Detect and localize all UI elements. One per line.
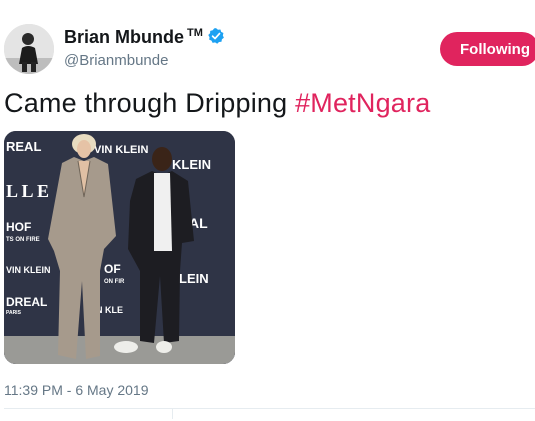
backdrop-text: LEIN	[179, 271, 209, 286]
tweet-media-photo[interactable]: REAL VIN KLEIN KLEIN L L E HOF TS ON FIR…	[4, 131, 235, 364]
tweet-text: Came through Dripping #MetNgara	[4, 88, 430, 119]
backdrop-text: L L E	[6, 181, 49, 201]
backdrop-text: N KLE	[96, 305, 123, 315]
backdrop-text: REAL	[6, 139, 41, 154]
divider-tick	[172, 409, 173, 419]
avatar[interactable]	[4, 24, 54, 74]
backdrop-text: VIN KLEIN	[94, 144, 148, 156]
backdrop-text: DREAL	[6, 295, 47, 309]
hashtag-link[interactable]: #MetNgara	[295, 88, 430, 118]
following-button[interactable]: Following	[440, 32, 535, 66]
backdrop-text: PARIS	[6, 310, 22, 316]
backdrop-text: OF	[104, 262, 121, 276]
verified-badge-icon	[207, 27, 225, 45]
photo-image: REAL VIN KLEIN KLEIN L L E HOF TS ON FIR…	[4, 131, 235, 364]
backdrop-text: HOF	[6, 220, 31, 234]
tweet-card: Brian Mbunde TM @Brianmbunde Following Ca…	[0, 0, 535, 421]
trademark-label: TM	[187, 27, 203, 39]
author-name[interactable]: Brian Mbunde TM	[64, 27, 225, 48]
backdrop-text: VIN KLEIN	[6, 265, 51, 275]
tweet-timestamp[interactable]: 11:39 PM - 6 May 2019	[4, 382, 148, 398]
backdrop-text: KLEIN	[172, 157, 211, 172]
divider	[4, 408, 535, 409]
tweet-text-body: Came through Dripping	[4, 88, 296, 118]
author-name-text: Brian Mbunde	[64, 27, 184, 47]
backdrop-text: TS ON FIRE	[6, 237, 40, 243]
backdrop-text: ON FIR	[104, 279, 125, 285]
author-handle[interactable]: @Brianmbunde	[64, 52, 168, 69]
